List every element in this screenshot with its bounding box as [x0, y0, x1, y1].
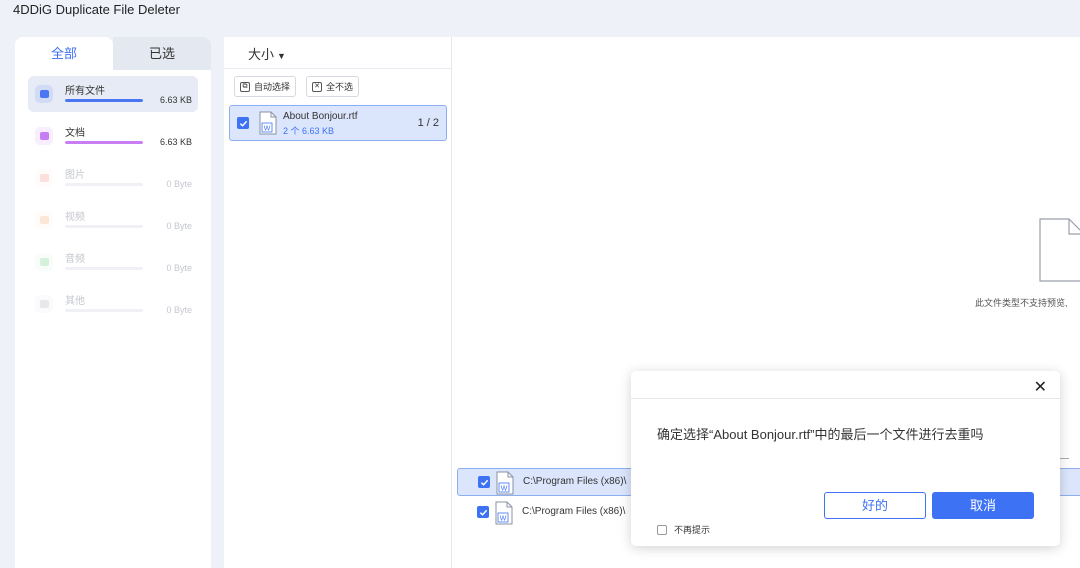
auto-select-icon: ⧉	[240, 81, 250, 92]
audio-icon	[35, 253, 53, 271]
other-icon	[35, 295, 53, 313]
category-size: 6.63 KB	[159, 137, 192, 147]
sort-dropdown[interactable]: 大小 ▼	[248, 44, 286, 63]
category-size: 0 Byte	[166, 179, 192, 189]
word-file-icon: W	[496, 471, 514, 495]
file-group-item[interactable]: W About Bonjour.rtf 2 个 6.63 KB 1 / 2	[229, 105, 447, 141]
auto-select-label: 自动选择	[254, 82, 291, 92]
close-icon[interactable]: ✕	[1034, 377, 1047, 397]
category-label: 其他	[65, 296, 85, 307]
tab-all[interactable]: 全部	[15, 37, 113, 70]
video-icon	[35, 211, 53, 229]
category-size: 0 Byte	[166, 305, 192, 315]
category-item-folder[interactable]: 所有文件 6.63 KB	[28, 76, 198, 112]
svg-text:W: W	[264, 126, 271, 133]
ok-button[interactable]: 好的	[824, 492, 926, 519]
deselect-icon: ✕	[312, 81, 322, 92]
file-checkbox[interactable]	[237, 117, 249, 129]
category-progress	[65, 141, 143, 144]
dialog-divider	[631, 398, 1060, 399]
category-progress	[65, 225, 143, 228]
category-label: 音频	[65, 254, 85, 265]
document-placeholder-icon	[1039, 218, 1080, 282]
word-file-icon: W	[495, 501, 513, 525]
deselect-all-button[interactable]: ✕ 全不选	[306, 76, 360, 97]
image-icon	[35, 169, 53, 187]
svg-text:W: W	[500, 516, 507, 523]
deselect-all-label: 全不选	[326, 82, 354, 92]
category-item-other[interactable]: 其他 0 Byte	[28, 286, 198, 322]
confirm-dialog: ✕ 确定选择“About Bonjour.rtf”中的最后一个文件进行去重吗 好…	[631, 371, 1060, 546]
tab-selected[interactable]: 已选	[113, 37, 211, 70]
dont-show-checkbox[interactable]	[657, 524, 667, 535]
category-item-image[interactable]: 图片 0 Byte	[28, 160, 198, 196]
category-label: 视频	[65, 212, 85, 223]
duplicate-checkbox[interactable]	[477, 506, 489, 518]
category-label: 所有文件	[65, 86, 105, 97]
svg-text:W: W	[501, 486, 508, 493]
auto-select-button[interactable]: ⧉ 自动选择	[234, 76, 297, 97]
dialog-message: 确定选择“About Bonjour.rtf”中的最后一个文件进行去重吗	[657, 427, 984, 442]
category-list: 所有文件 6.63 KB 文档 6.63 KB 图片 0 Byte 视频 0 Byte 音频 0 …	[15, 70, 211, 568]
category-item-document[interactable]: 文档 6.63 KB	[28, 118, 198, 154]
category-progress	[65, 267, 143, 270]
dont-show-label: 不再提示	[674, 525, 711, 535]
cancel-button[interactable]: 取消	[932, 492, 1034, 519]
category-sidebar: 全部 已选 所有文件 6.63 KB 文档 6.63 KB 图片 0 Byte 视频 0 By…	[15, 37, 211, 568]
file-selection-count: 1 / 2	[417, 117, 439, 129]
word-file-icon: W	[259, 111, 277, 135]
category-size: 0 Byte	[166, 221, 192, 231]
app-title: 4DDiG Duplicate File Deleter	[13, 2, 180, 17]
sort-label: 大小	[248, 47, 275, 62]
duplicate-path: C:\Program Files (x86)\	[523, 476, 627, 487]
category-label: 文档	[65, 128, 85, 139]
category-item-audio[interactable]: 音频 0 Byte	[28, 244, 198, 280]
duplicate-checkbox[interactable]	[478, 476, 490, 488]
category-label: 图片	[65, 170, 85, 181]
file-list-panel: 大小 ▼ ⧉ 自动选择 ✕ 全不选 W About Bonjour.rtf 2 个 6…	[224, 37, 1080, 568]
file-meta: 2 个 6.63 KB	[283, 126, 335, 136]
document-icon	[35, 127, 53, 145]
category-size: 0 Byte	[166, 263, 192, 273]
category-size: 6.63 KB	[159, 95, 192, 105]
preview-unsupported-text: 此文件类型不支持预览,	[975, 298, 1068, 308]
dont-show-again-option[interactable]: 不再提示	[657, 523, 710, 536]
caret-down-icon: ▼	[277, 51, 286, 61]
folder-icon	[35, 85, 53, 103]
category-progress	[65, 99, 143, 102]
category-item-video[interactable]: 视频 0 Byte	[28, 202, 198, 238]
sidebar-tabs: 全部 已选	[15, 37, 211, 70]
file-name: About Bonjour.rtf	[283, 111, 358, 122]
category-progress	[65, 309, 143, 312]
scroll-hint	[1060, 458, 1069, 459]
category-progress	[65, 183, 143, 186]
duplicate-path: C:\Program Files (x86)\	[522, 506, 626, 517]
